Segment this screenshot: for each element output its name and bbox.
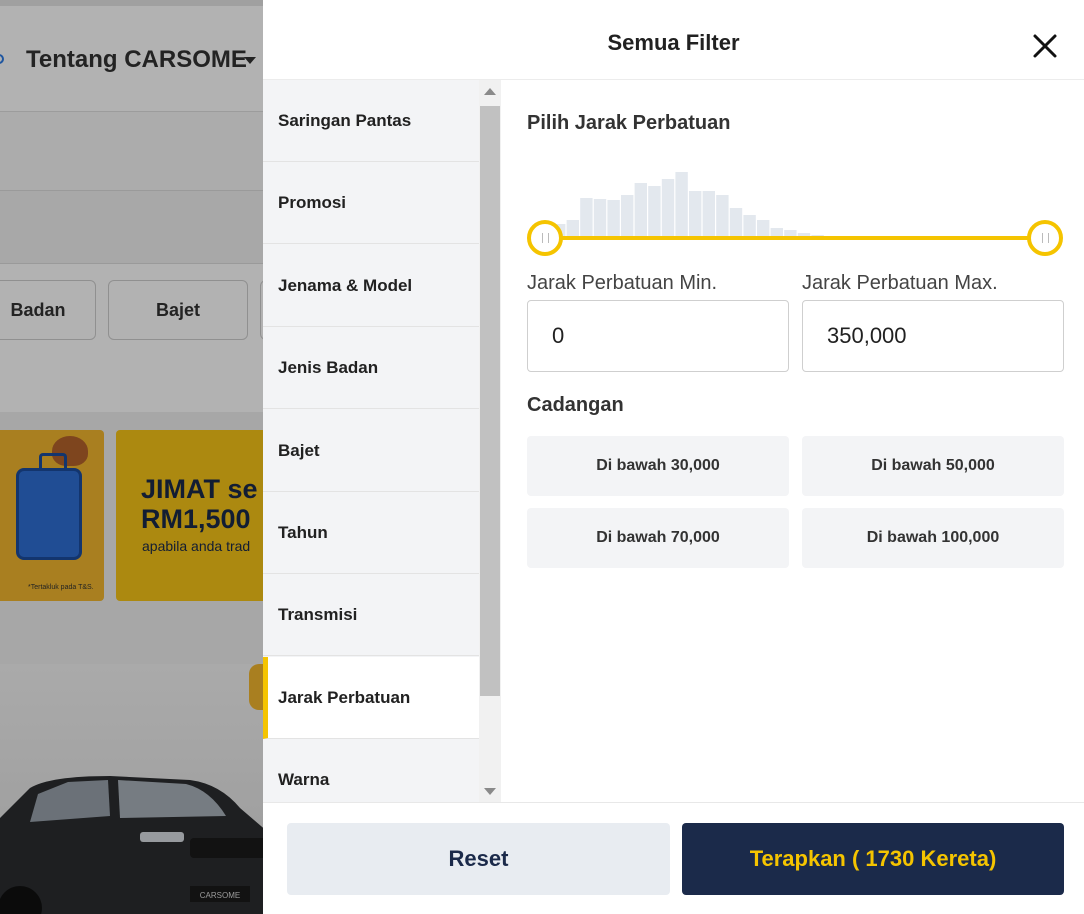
suggestion-under-30000[interactable]: Di bawah 30,000 bbox=[527, 436, 789, 496]
mileage-histogram bbox=[553, 172, 892, 238]
nav-item-transmisi[interactable]: Transmisi bbox=[263, 574, 479, 656]
grip-icon bbox=[1041, 233, 1049, 243]
max-mileage-input[interactable] bbox=[802, 300, 1064, 372]
histogram-bar bbox=[661, 179, 675, 238]
range-handle-min[interactable] bbox=[527, 220, 563, 256]
min-mileage-input[interactable] bbox=[527, 300, 789, 372]
histogram-bar bbox=[743, 215, 756, 238]
suggestion-under-100000[interactable]: Di bawah 100,000 bbox=[802, 508, 1064, 568]
mileage-range-track[interactable] bbox=[544, 236, 1046, 240]
scroll-thumb[interactable] bbox=[480, 106, 500, 696]
nav-item-saringan-pantas[interactable]: Saringan Pantas bbox=[263, 80, 479, 162]
background-page: Tentang CARSOME Badan Bajet *Tertakluk p… bbox=[0, 0, 263, 914]
section-title: Pilih Jarak Perbatuan bbox=[527, 112, 731, 134]
min-mileage-label: Jarak Perbatuan Min. bbox=[527, 272, 718, 294]
apply-button[interactable]: Terapkan ( 1730 Kereta) bbox=[682, 823, 1064, 895]
histogram-bar bbox=[621, 195, 634, 238]
range-handle-max[interactable] bbox=[1027, 220, 1063, 256]
histogram-bar bbox=[607, 200, 620, 238]
scroll-down-icon[interactable] bbox=[484, 788, 496, 795]
histogram-bar bbox=[702, 191, 715, 238]
modal-footer: Reset Terapkan ( 1730 Kereta) bbox=[263, 802, 1084, 914]
modal-title: Semua Filter bbox=[607, 30, 740, 55]
nav-item-jenama-model[interactable]: Jenama & Model bbox=[263, 245, 479, 327]
close-icon bbox=[1033, 34, 1057, 58]
suggestions-title: Cadangan bbox=[527, 394, 624, 416]
histogram-bar bbox=[593, 199, 607, 238]
nav-item-bajet[interactable]: Bajet bbox=[263, 410, 479, 492]
histogram-bar bbox=[580, 198, 593, 238]
histogram-bar bbox=[648, 186, 661, 238]
nav-item-warna[interactable]: Warna bbox=[263, 739, 479, 802]
histogram-bar bbox=[675, 172, 688, 238]
reset-button[interactable]: Reset bbox=[287, 823, 670, 895]
filter-category-nav: Saringan Pantas Promosi Jenama & Model J… bbox=[263, 80, 479, 802]
nav-item-jenis-badan[interactable]: Jenis Badan bbox=[263, 327, 479, 409]
modal-header: Semua Filter bbox=[263, 6, 1084, 80]
filter-content: Pilih Jarak Perbatuan Jarak Perbatuan Mi… bbox=[527, 80, 1064, 802]
scroll-up-icon[interactable] bbox=[484, 88, 496, 95]
suggestion-under-70000[interactable]: Di bawah 70,000 bbox=[527, 508, 789, 568]
all-filters-modal: Semua Filter Saringan Pantas Promosi Jen… bbox=[263, 6, 1084, 914]
histogram-bar bbox=[634, 183, 647, 238]
nav-item-promosi[interactable]: Promosi bbox=[263, 162, 479, 244]
grip-icon bbox=[541, 233, 549, 243]
nav-scrollbar[interactable] bbox=[479, 80, 501, 802]
histogram-bar bbox=[729, 208, 743, 238]
nav-item-tahun[interactable]: Tahun bbox=[263, 492, 479, 574]
suggestion-under-50000[interactable]: Di bawah 50,000 bbox=[802, 436, 1064, 496]
dim-overlay[interactable] bbox=[0, 0, 263, 914]
histogram-bar bbox=[716, 195, 729, 238]
max-mileage-label: Jarak Perbatuan Max. bbox=[802, 272, 998, 294]
close-button[interactable] bbox=[1027, 28, 1063, 64]
histogram-bar bbox=[689, 191, 702, 238]
nav-item-jarak-perbatuan[interactable]: Jarak Perbatuan bbox=[263, 657, 479, 739]
